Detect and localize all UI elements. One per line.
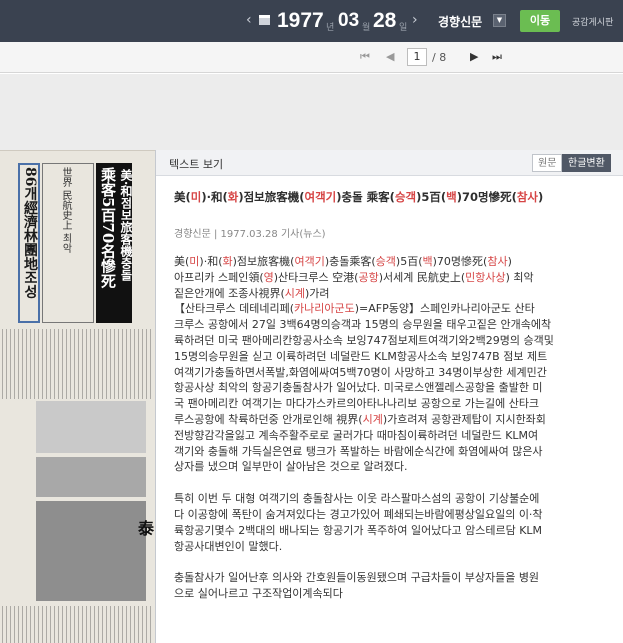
tab-korean-conversion[interactable]: 한글변환 [562, 154, 611, 172]
scan-subhead: 世界 民航史上 최악 [60, 167, 71, 254]
scan-photo-plane-2 [36, 457, 146, 497]
month-value[interactable]: 03 [338, 10, 359, 32]
scan-headline-economy: 86개經濟林團地조성 [22, 167, 38, 299]
scan-headline-collision: 美·和점보旅客機충돌 [119, 169, 133, 282]
first-page-icon[interactable]: ⏮ [360, 50, 370, 64]
year-unit: 년 [326, 23, 335, 33]
text-view-panel: 텍스트 보기 원문 한글변환 美(미)·和(화)점보旅客機(여객기)충돌 乘客(… [155, 150, 623, 643]
article-line: 으로 실어나르고 구조작업이계속되다 [174, 587, 343, 601]
page-total: / 8 [432, 51, 447, 64]
article-headline: 美(미)·和(화)점보旅客機(여객기)충돌 乘客(승객)5百(백)70명慘死(참… [174, 189, 614, 205]
panel-title: 텍스트 보기 [169, 158, 224, 171]
article-line: 美(미)·和(화)점보旅客機(여객기)충돌乘客(승객)5百(백)70명慘死(참사… [174, 255, 512, 268]
article-line: 여객기가충돌하면서폭발,화염에싸여5백70명이 사망하고 34명이부상한 세계민… [174, 365, 547, 379]
article-line: 항공사상 최악의 항공기충돌참사가 일어났다. 미국로스앤젤레스공항을 출발한 … [174, 381, 543, 395]
scan-text-block [2, 329, 152, 399]
scan-photo-wreck [36, 501, 146, 601]
day-unit: 일 [399, 23, 408, 33]
article-line: 충돌참사가 일어난후 의사와 간호원들이동원됐으며 구급차들이 부상자들을 병원 [174, 571, 540, 585]
calendar-icon[interactable] [259, 15, 270, 25]
scan-text-block-bottom [2, 606, 152, 643]
newspaper-dropdown-chevron-icon[interactable]: ▼ [493, 14, 506, 27]
article-line: 륙항공기몇수 2백대의 배나되는 항공기가 폭주하여 일어났다고 암스테르담 K… [174, 523, 543, 537]
article-line: 특히 이번 두 대형 여객기의 충돌참사는 이웃 라스팔마스섬의 공항이 기상불… [174, 492, 540, 506]
newspaper-name[interactable]: 경향신문 [438, 13, 482, 30]
prev-page-icon[interactable]: ◀ [386, 50, 394, 63]
article-line: 루스공항에 착륙하던중 안개로인해 視界(시계)가흐려져 공항관제탑이 지시한좌… [174, 412, 546, 426]
article-line: 짙은안개에 조종사視界(시계)가려 [174, 286, 330, 300]
year-value[interactable]: 1977 [277, 9, 324, 33]
article-line: 객기와 충돌해 가득실은연료 탱크가 폭발하는 바람에순식간에 화염에싸여 많은… [174, 444, 543, 458]
newspaper-scan-image[interactable]: 86개經濟林團地조성 世界 民航史上 최악 美·和점보旅客機충돌 乘客5百70名… [0, 150, 155, 643]
article-line: 상자를 냈으며 일부만이 살아남은 것으로 알려졌다. [174, 460, 408, 474]
article-headline-text: 美(미)·和(화)점보旅客機(여객기)충돌 乘客(승객)5百(백)70명慘死(참… [174, 190, 544, 204]
article-line: 【산타크루스 데테네리페(카나리아군도)=AFP동양】스페인카나리아군도 산타 [174, 302, 535, 316]
page-number-input[interactable]: 1 [407, 48, 427, 66]
board-link[interactable]: 공감게시판 [572, 15, 613, 28]
scan-photo-plane [36, 401, 146, 453]
article-line: 아프리카 스페인領(영)산타크루스 空港(공항)서세계 民航史上(민항사상) 최… [174, 270, 534, 284]
prev-date-arrow-icon[interactable]: ‹ [246, 12, 252, 28]
go-button[interactable]: 이동 [520, 10, 560, 32]
article-body: 美(미)·和(화)점보旅客機(여객기)충돌乘客(승객)5百(백)70명慘死(참사… [174, 254, 618, 602]
article-line: 륙하려던 미국 팬아메리칸항공사소속 보잉747점보제트여객기와2백29명의 승… [174, 333, 554, 347]
month-unit: 월 [362, 23, 371, 33]
scan-headline-casualties: 乘客5百70名慘死 [99, 167, 117, 289]
article-line: 전방향감각을잃고 계속주활주로로 굴러가다 때마침이륙하려던 네덜란드 KLM여 [174, 428, 539, 442]
article-line: 15명의승무원을 싣고 이륙하려던 네덜란드 KLM항공사소속 보잉747B 점… [174, 349, 548, 363]
next-date-arrow-icon[interactable]: › [412, 12, 418, 28]
viewer-background [0, 74, 623, 150]
last-page-icon[interactable]: ⏭ [492, 50, 502, 64]
article-line: 국 팬아메리칸 여객기는 마다가스카르의아타나나리보 공항으로 가는길에 산타크 [174, 397, 540, 411]
next-page-icon[interactable]: ▶ [470, 50, 478, 63]
top-navigation-bar: ‹ 1977 년 03 월 28 일 › 경향신문 ▼ 이동 공감게시판 [0, 0, 623, 42]
article-line: 항공사대변인이 말했다. [174, 539, 283, 553]
day-value[interactable]: 28 [373, 9, 396, 33]
panel-header: 텍스트 보기 원문 한글변환 [156, 150, 623, 176]
article-line: 크루스 공항에서 27일 3백64명의승객과 15명의 승무원을 태우고짙은 안… [174, 318, 552, 332]
tab-original[interactable]: 원문 [532, 154, 563, 172]
article-line: 다 이공항에 폭탄이 숨겨져있다는 경고가있어 폐쇄되는바람에평상일요일의 이·… [174, 507, 543, 521]
article-meta: 경향신문 | 1977.03.28 기사(뉴스) [174, 229, 326, 240]
page-navigation: ⏮ ◀ 1 / 8 ▶ ⏭ [0, 42, 623, 73]
scan-photo-caption: 泰 [138, 519, 155, 538]
